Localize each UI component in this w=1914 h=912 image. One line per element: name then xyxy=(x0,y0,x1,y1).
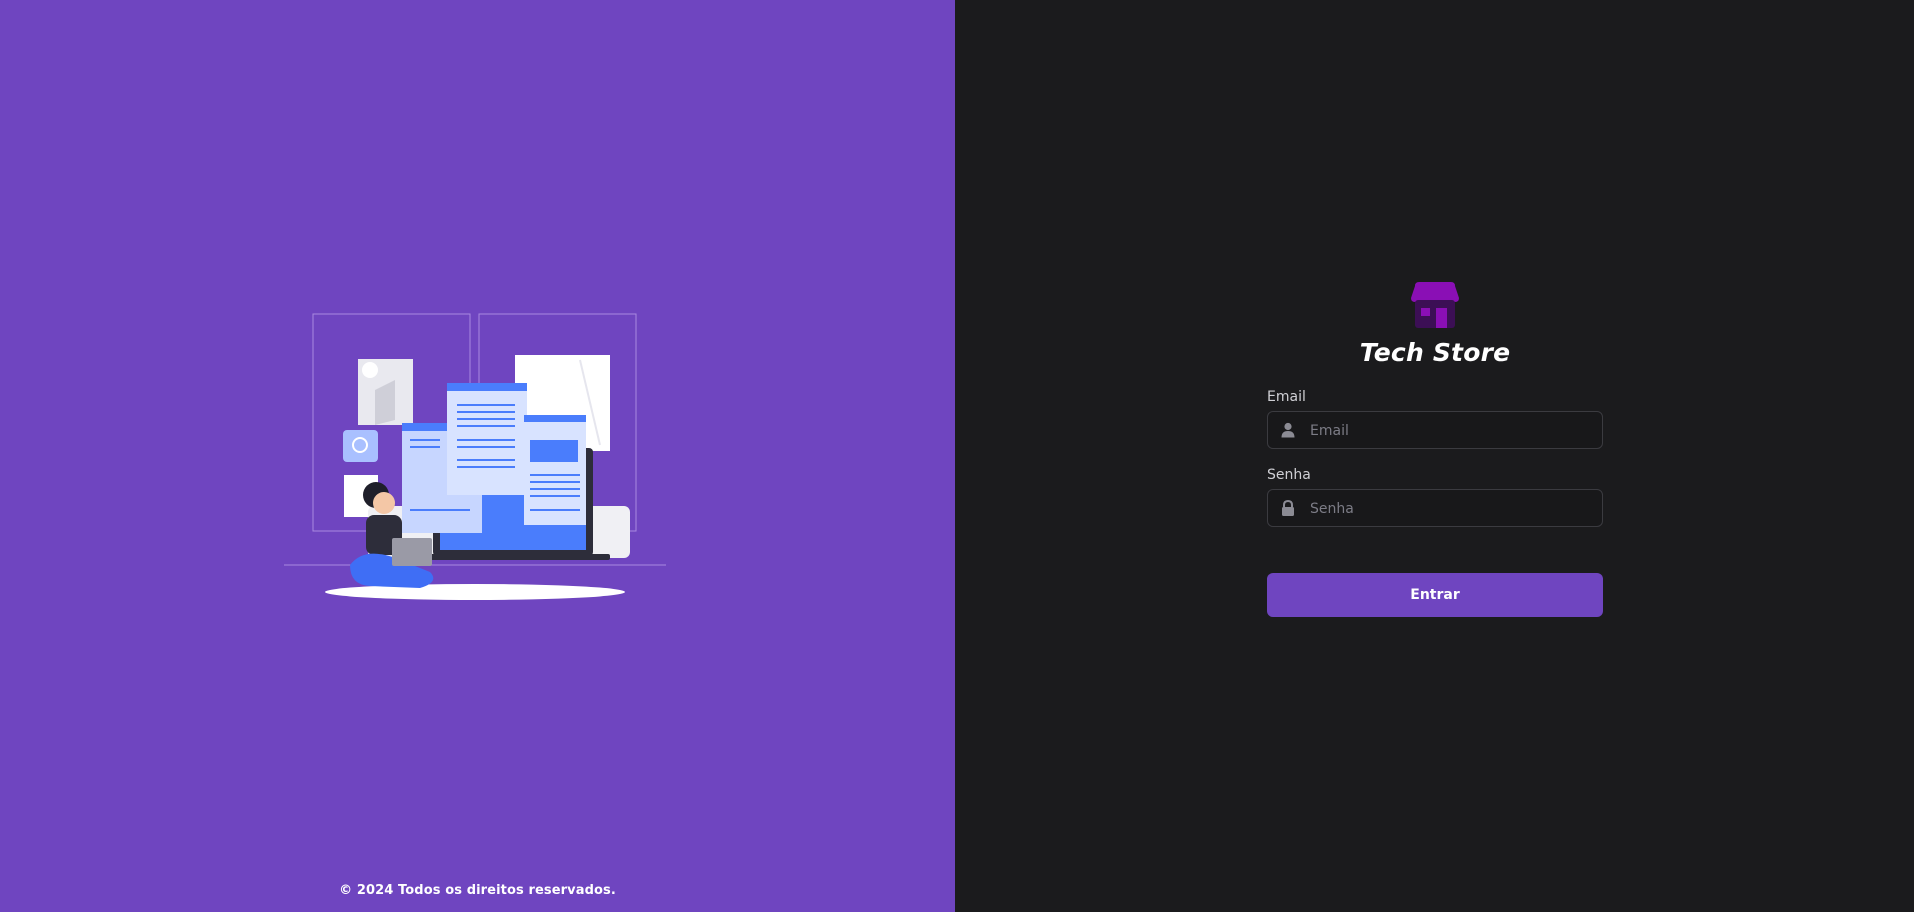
login-panel: Tech Store Email Senha Entrar xyxy=(955,0,1914,912)
lock-icon xyxy=(1282,500,1294,516)
store-icon xyxy=(1411,282,1459,328)
login-button[interactable]: Entrar xyxy=(1267,573,1603,617)
login-form: Tech Store Email Senha Entrar xyxy=(1267,282,1603,617)
email-field[interactable] xyxy=(1267,411,1603,450)
hero-illustration xyxy=(284,313,666,600)
brand-title: Tech Store xyxy=(1359,338,1511,367)
user-icon xyxy=(1281,422,1295,438)
brand: Tech Store xyxy=(1267,282,1603,367)
email-input[interactable] xyxy=(1308,412,1598,450)
login-page: © 2024 Todos os direitos reservados. Tec… xyxy=(0,0,1914,912)
password-field[interactable] xyxy=(1267,489,1603,528)
email-label: Email xyxy=(1267,389,1306,405)
illustration-panel: © 2024 Todos os direitos reservados. xyxy=(0,0,955,912)
password-label: Senha xyxy=(1267,467,1311,483)
password-input[interactable] xyxy=(1308,490,1598,528)
footer-copyright: © 2024 Todos os direitos reservados. xyxy=(339,883,616,898)
